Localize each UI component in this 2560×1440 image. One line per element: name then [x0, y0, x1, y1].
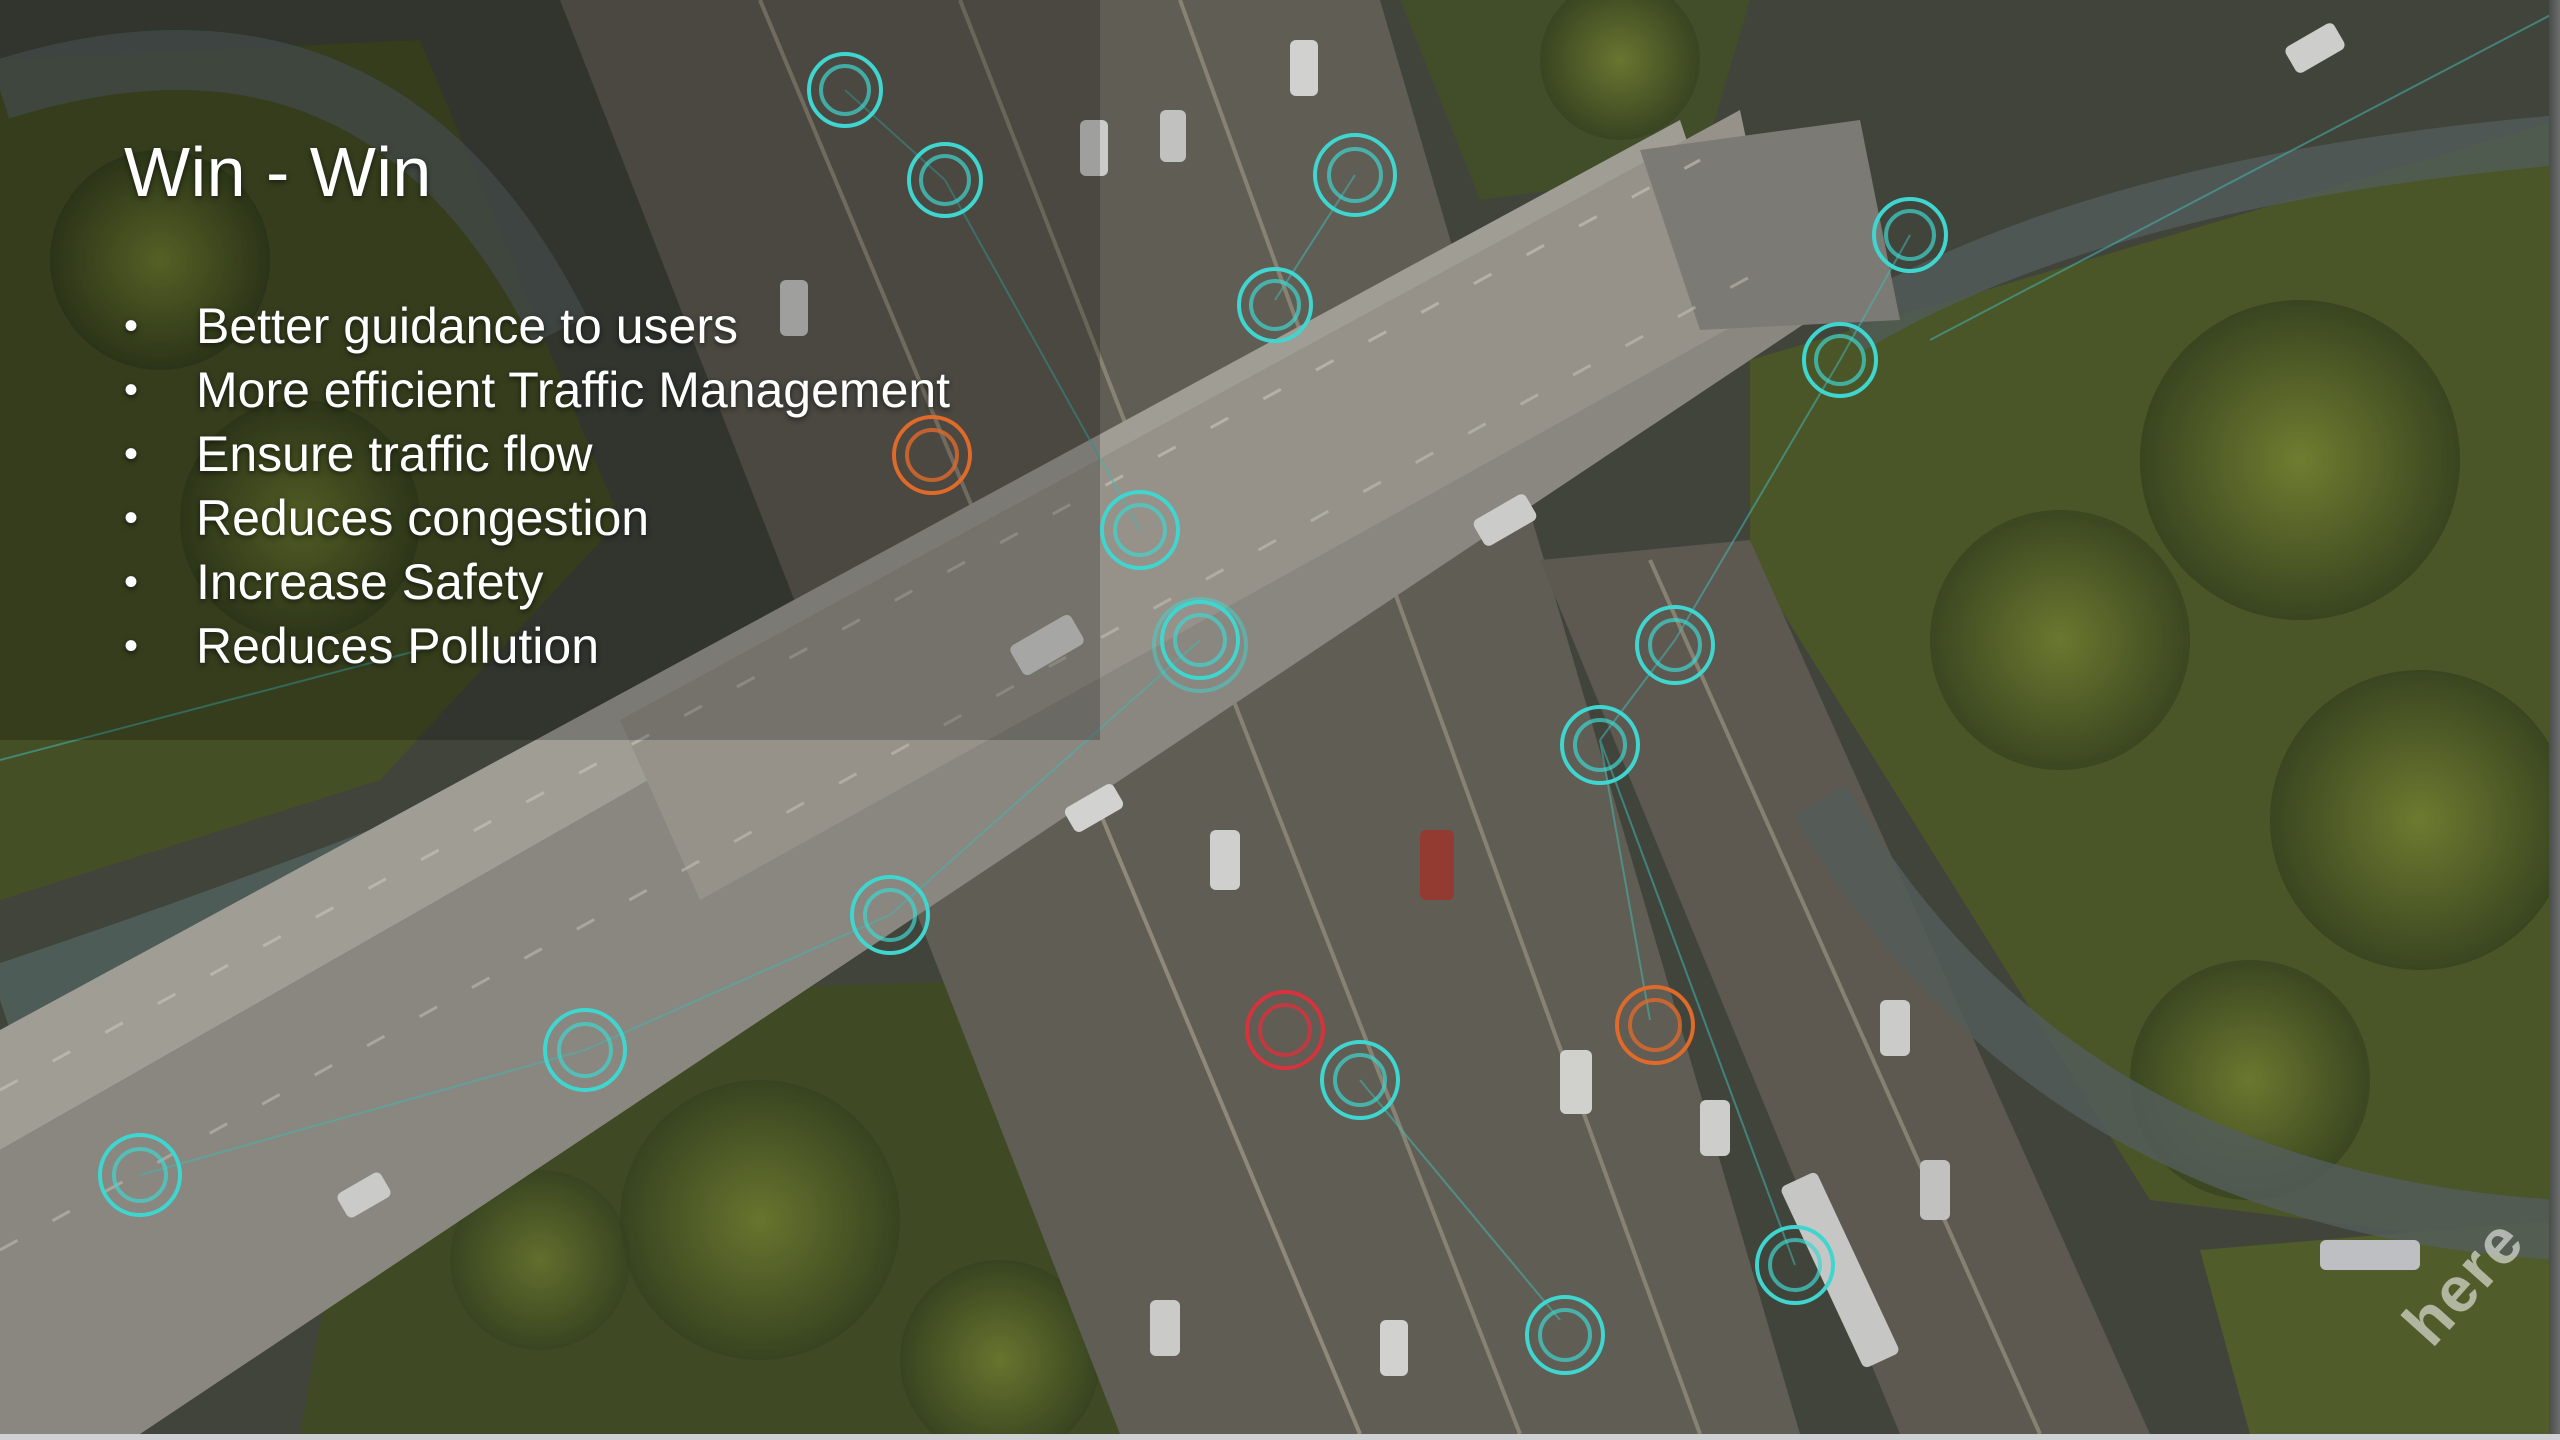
slide-right-edge [2549, 0, 2560, 1434]
bottom-edge [0, 1434, 2560, 1440]
bullet-dot-icon: • [124, 623, 139, 668]
bullet-dot-icon: • [124, 431, 139, 476]
bullet-dot-icon: • [124, 559, 139, 604]
bullet-text: Increase Safety [196, 554, 544, 610]
slide-title: Win - Win [124, 133, 432, 211]
bullet-text: Reduces Pollution [196, 618, 600, 674]
bullet-list: • Better guidance to users • More efficien… [124, 294, 950, 678]
bullet-item: • Better guidance to users [124, 294, 950, 358]
bullet-item: • More efficient Traffic Management [124, 358, 950, 422]
bullet-dot-icon: • [124, 367, 139, 412]
slide-canvas: Win - Win • Better guidance to users • Mor… [0, 0, 2560, 1434]
bullet-text: Reduces congestion [196, 490, 650, 546]
bullet-dot-icon: • [124, 495, 139, 540]
bullet-item: • Increase Safety [124, 550, 950, 614]
bullet-dot-icon: • [124, 303, 139, 348]
bullet-item: • Reduces Pollution [124, 614, 950, 678]
bullet-item: • Reduces congestion [124, 486, 950, 550]
bullet-text: Ensure traffic flow [196, 426, 593, 482]
bullet-text: More efficient Traffic Management [196, 362, 951, 418]
bullet-item: • Ensure traffic flow [124, 422, 950, 486]
aerial-highway-photo [0, 0, 2560, 1434]
bullet-text: Better guidance to users [196, 298, 738, 354]
